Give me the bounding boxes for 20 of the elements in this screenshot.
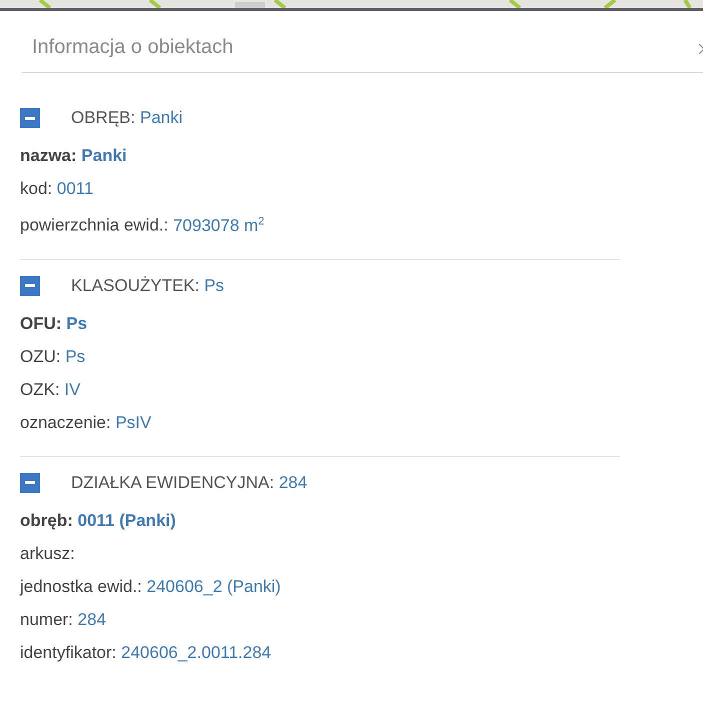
attribute-row-text: jednostka ewid.: 240606_2 (Panki) xyxy=(20,576,282,598)
section-title: OBRĘB: Panki xyxy=(71,108,183,128)
close-icon[interactable] xyxy=(699,44,703,54)
attribute-row-text: nazwa: Panki xyxy=(20,145,128,167)
attribute-row-text: arkusz: xyxy=(20,542,76,565)
attribute-row-text: identyfikator: 240606_2.0011.284 xyxy=(20,642,272,664)
collapse-button[interactable] xyxy=(20,472,40,493)
section-title: DZIAŁKA EWIDENCYJNA: 284 xyxy=(71,472,308,493)
collapse-button[interactable] xyxy=(20,108,40,128)
attribute-row-text: OZU: Ps xyxy=(20,346,86,368)
attribute-row-text: powierzchnia ewid.: 7093078 m$^{2}$ xyxy=(20,214,266,237)
section-title: KLASOUŻYTEK: Ps xyxy=(71,276,224,296)
attribute-row-text: OFU: Ps xyxy=(20,312,88,335)
attribute-row-text: numer: 284 xyxy=(20,608,108,631)
attribute-row-text: OZK: IV xyxy=(20,378,82,401)
attribute-row-text: oznaczenie: PsIV xyxy=(20,412,152,434)
panel-title: Informacja o obiektach xyxy=(31,35,234,60)
attribute-row-text: kod: 0011 xyxy=(20,178,94,200)
collapse-button[interactable] xyxy=(20,276,40,296)
attribute-row-text: obręb: 0011 (Panki) xyxy=(20,510,177,532)
